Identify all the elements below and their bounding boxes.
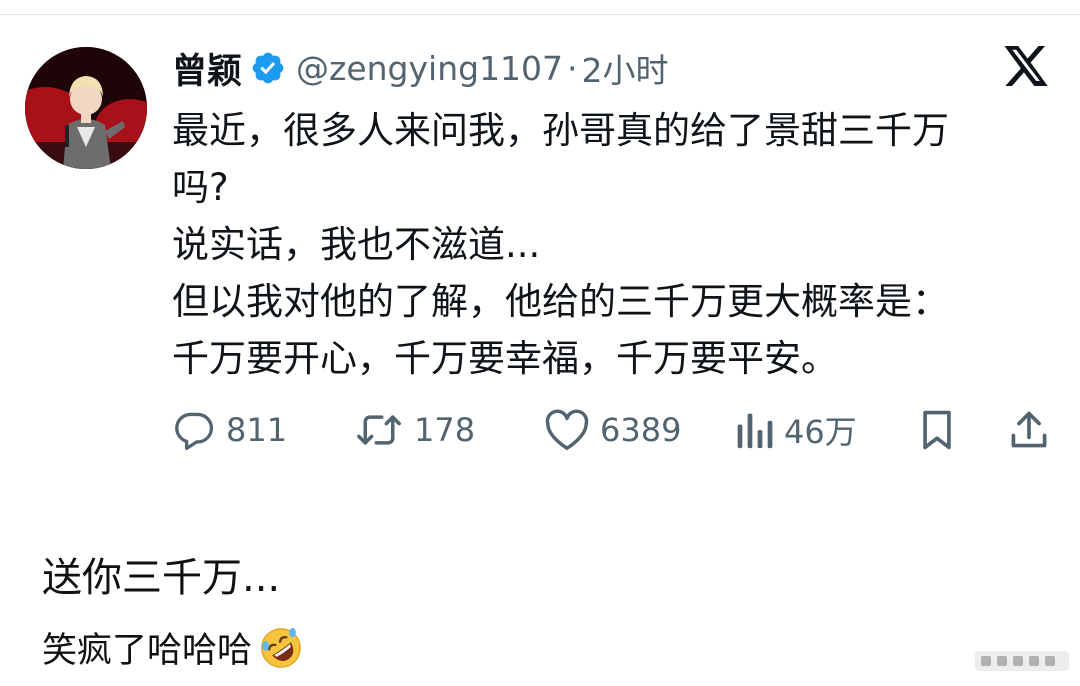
tweet-line: 最近，很多人来问我，孙哥真的给了景甜三千万 <box>172 109 949 152</box>
tweet-line: 吗? <box>172 166 229 209</box>
rolling-on-floor-laughing-emoji <box>261 627 301 668</box>
reply-icon <box>175 412 214 450</box>
bookmark-button[interactable] <box>917 402 957 458</box>
repost-count: 178 <box>414 411 476 449</box>
bookmark-icon <box>923 410 951 450</box>
share-icon <box>1011 411 1047 448</box>
caption-line-1: 送你三千万... <box>42 555 281 601</box>
display-name[interactable]: 曾颖 <box>172 43 242 94</box>
tweet-line: 但以我对他的了解，他给的三千万更大概率是： <box>172 280 949 323</box>
tweet-line: 千万要开心，千万要幸福，千万要平安。 <box>172 337 838 380</box>
tweet-actions: 811 178 6389 46万 <box>172 402 1052 458</box>
share-button[interactable] <box>1008 402 1050 458</box>
tweet-line: 说实话，我也不滋道... <box>172 223 541 266</box>
tweet-text: 最近，很多人来问我，孙哥真的给了景甜三千万 吗? 说实话，我也不滋道... 但以… <box>172 102 1042 387</box>
reply-button[interactable]: 811 <box>172 402 287 458</box>
x-logo-icon <box>1004 46 1048 86</box>
like-count: 6389 <box>600 411 682 449</box>
like-button[interactable]: 6389 <box>544 402 681 458</box>
repost-button[interactable]: 178 <box>354 402 475 458</box>
header-separator: · <box>567 48 578 88</box>
tweet-card: 曾颖 @zengying1107 · 2小时 最近，很多人来问我，孙哥真的给了景… <box>0 0 1080 500</box>
repost-icon <box>357 415 401 445</box>
avatar[interactable] <box>25 47 147 169</box>
views-button[interactable]: 46万 <box>734 402 857 458</box>
watermark-logo <box>975 651 1069 671</box>
view-count: 46万 <box>784 413 857 451</box>
tweet-header: 曾颖 @zengying1107 · 2小时 <box>172 42 669 94</box>
reply-count: 811 <box>226 411 288 449</box>
user-handle[interactable]: @zengying1107 <box>296 49 563 88</box>
caption-line-2-row: 笑疯了哈哈哈 <box>42 622 304 673</box>
tweet-timestamp[interactable]: 2小时 <box>582 44 669 92</box>
caption-line-2: 笑疯了哈哈哈 <box>42 631 253 671</box>
heart-icon <box>545 409 589 450</box>
views-icon <box>737 413 773 449</box>
avatar-image <box>25 47 147 169</box>
verified-badge-icon <box>252 52 284 84</box>
